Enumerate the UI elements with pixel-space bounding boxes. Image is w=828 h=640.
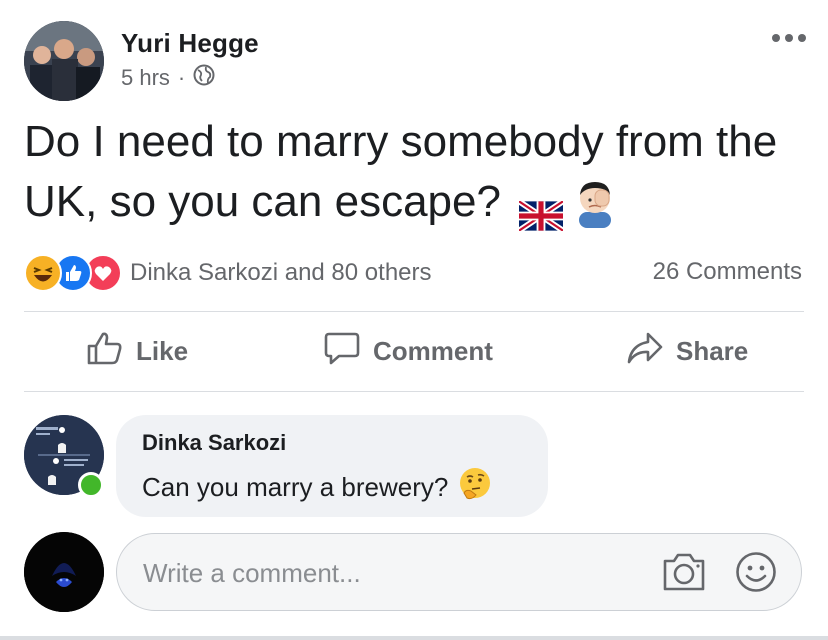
comment-text: Can you marry a brewery?	[142, 472, 449, 502]
like-label: Like	[136, 336, 189, 366]
post-text-line1: Do I need to marry somebody from the	[24, 117, 778, 166]
like-icon	[86, 330, 124, 373]
globe-icon	[193, 64, 215, 92]
comment-text-row: Can you marry a brewery?	[142, 467, 492, 508]
bottom-separator	[0, 636, 828, 640]
post-text-line2: UK, so you can escape?	[24, 177, 501, 226]
share-button[interactable]: Share	[626, 330, 748, 373]
more-options-button[interactable]	[772, 34, 806, 42]
emoji-picker-icon[interactable]	[735, 551, 777, 598]
facepalm-icon	[569, 176, 621, 228]
post-meta: 5 hrs ·	[121, 64, 215, 92]
reaction-summary-text[interactable]: Dinka Sarkozi and 80 others	[130, 259, 432, 287]
comments-count[interactable]: 26 Comments	[653, 258, 802, 286]
comment-icon	[323, 330, 361, 373]
post-text: Do I need to marry somebody from the UK,…	[24, 112, 814, 234]
dot	[772, 34, 780, 42]
dot	[785, 34, 793, 42]
author-avatar[interactable]	[24, 21, 104, 101]
post-time[interactable]: 5 hrs	[121, 65, 170, 91]
reactions-summary[interactable]: Dinka Sarkozi and 80 others	[24, 254, 432, 292]
thinking-face-icon	[458, 467, 492, 508]
divider	[24, 311, 804, 312]
camera-icon[interactable]	[661, 551, 707, 598]
online-status-indicator	[78, 472, 104, 498]
uk-flag-icon	[517, 187, 565, 234]
share-arrow-icon	[626, 330, 664, 373]
current-user-avatar[interactable]	[24, 532, 104, 612]
comment-button[interactable]: Comment	[323, 330, 493, 373]
like-button[interactable]: Like	[86, 330, 188, 373]
comment-label: Comment	[373, 336, 493, 366]
share-label: Share	[676, 336, 749, 366]
commenter-name[interactable]: Dinka Sarkozi	[142, 430, 286, 456]
haha-reaction-icon	[24, 254, 62, 292]
dot	[798, 34, 806, 42]
meta-separator: ·	[177, 65, 186, 90]
divider	[24, 391, 804, 392]
comment-input-container	[116, 533, 802, 611]
author-name[interactable]: Yuri Hegge	[121, 28, 259, 59]
comment-input[interactable]	[141, 552, 625, 594]
